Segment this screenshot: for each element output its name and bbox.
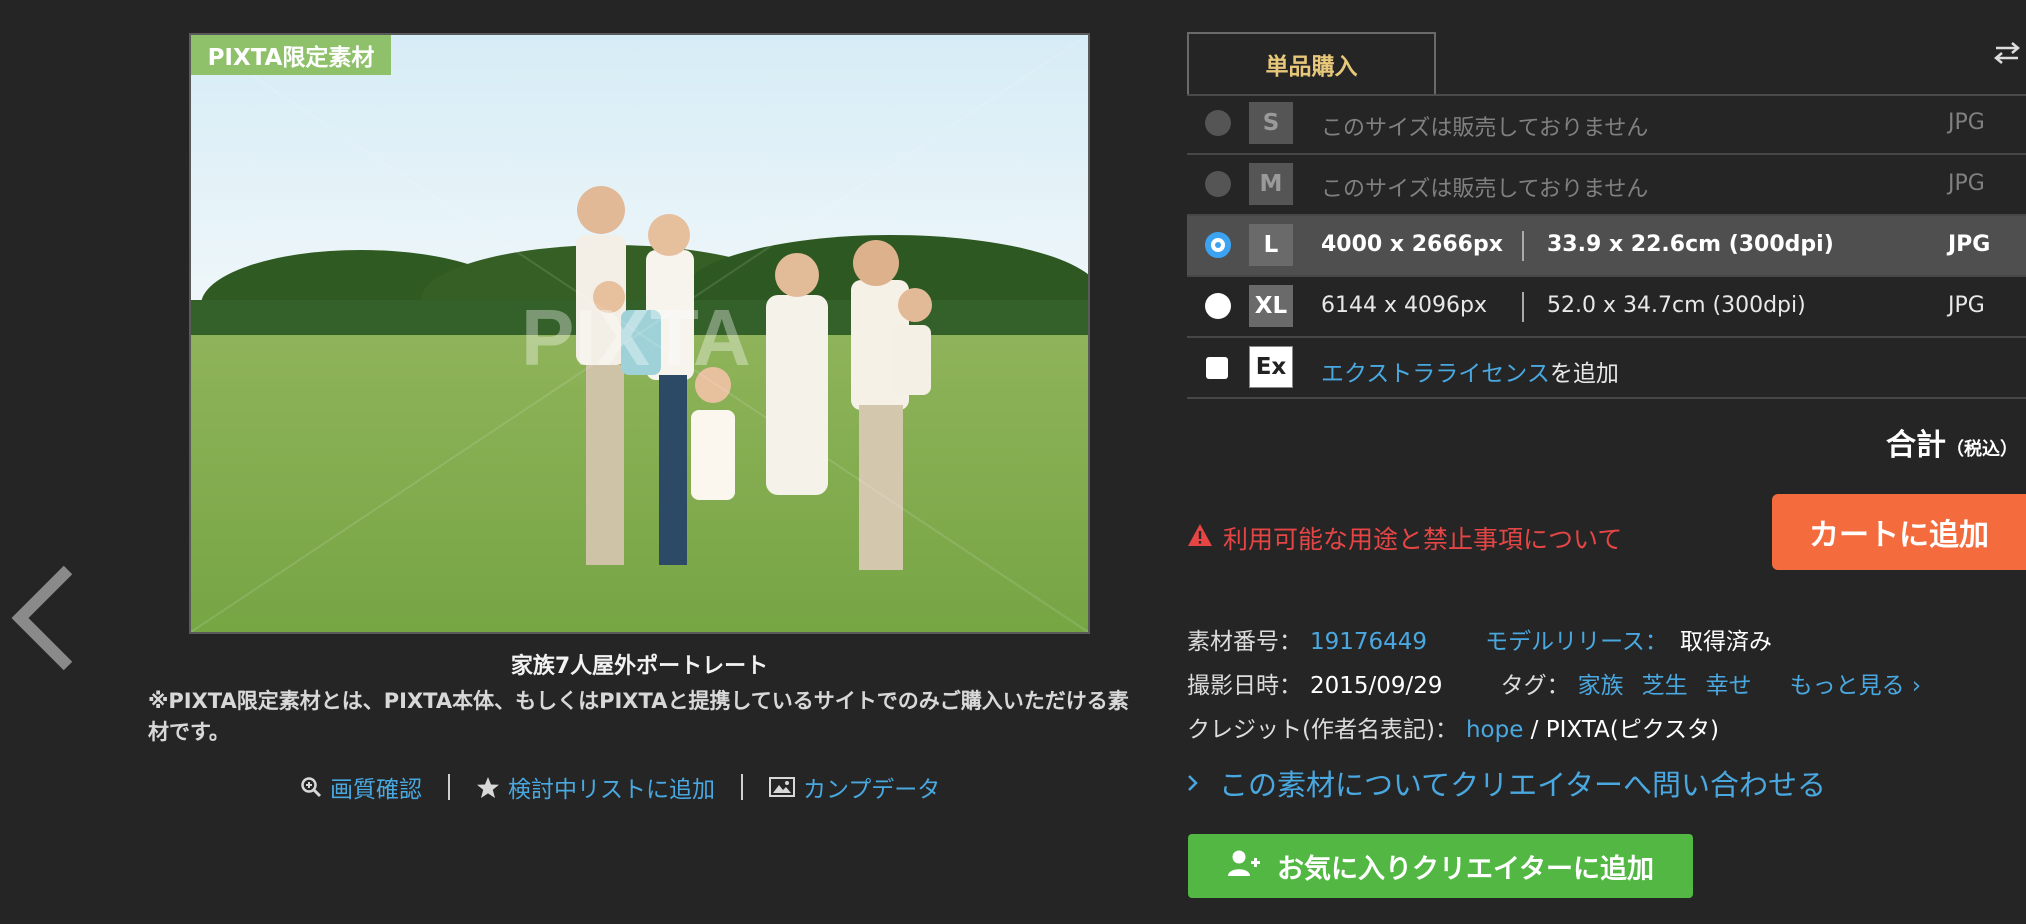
extra-license-row[interactable]: Ex エクストラライセンスを追加 (1187, 338, 2026, 399)
extra-license-link[interactable]: エクストラライセンス (1321, 361, 1550, 387)
size-radio-s (1205, 110, 1231, 136)
id-value[interactable]: 19176449 (1310, 629, 1427, 655)
tag-label: タグ： (1500, 673, 1570, 699)
extra-license-suffix: を追加 (1549, 361, 1619, 387)
unavailable-text: このサイズは販売しておりません (1321, 116, 1649, 141)
release-value: 取得済み (1679, 629, 1772, 655)
divider (448, 774, 450, 800)
format-label: JPG (1948, 293, 1985, 318)
comp-data-link[interactable]: カンプデータ (769, 770, 940, 804)
quality-check-label: 画質確認 (330, 777, 422, 803)
quality-check-link[interactable]: 画質確認 (300, 770, 422, 804)
size-row-l[interactable]: L 4000 x 2666px 33.9 x 22.6cm (300dpi) J… (1187, 216, 2026, 277)
tab-single-purchase[interactable]: 単品購入 (1187, 32, 1436, 94)
previous-arrow-icon[interactable] (8, 562, 78, 674)
swap-icon[interactable] (1992, 41, 2022, 65)
inquiry-text: この素材についてクリエイターへ問い合わせる (1219, 768, 1826, 802)
size-options: S このサイズは販売しておりません JPG M このサイズは販売しておりません … (1187, 94, 2026, 399)
format-label: JPG (1948, 110, 1985, 135)
size-row-xl[interactable]: XL 6144 x 4096px 52.0 x 34.7cm (300dpi) … (1187, 277, 2026, 338)
size-badge: XL (1249, 285, 1293, 327)
credit-author-link[interactable]: hope (1466, 717, 1523, 743)
date-label: 撮影日時： (1187, 673, 1302, 699)
exclusive-note: ※PIXTA限定素材とは、PIXTA本体、もしくはPIXTAと提携しているサイト… (148, 689, 1129, 744)
add-favorite-creator-button[interactable]: お気に入りクリエイターに追加 (1188, 834, 1693, 898)
image-icon (769, 777, 795, 797)
zoom-icon (300, 776, 322, 798)
star-icon (476, 776, 500, 799)
photo-actions: 画質確認 検討中リストに追加 カンプデータ (300, 770, 940, 804)
format-label: JPG (1948, 171, 1985, 196)
favorite-button-label: お気に入りクリエイターに追加 (1277, 853, 1654, 885)
exclusive-badge: PIXTA限定素材 (191, 35, 391, 75)
warning-text: 利用可能な用途と禁止事項について (1223, 525, 1623, 554)
credit-label: クレジット(作者名表記)： (1187, 717, 1458, 743)
print-size: 33.9 x 22.6cm (300dpi) (1547, 232, 1834, 257)
total-text: 合計 (1886, 428, 1946, 463)
extra-license-checkbox[interactable] (1206, 357, 1228, 379)
credit-separator: / (1523, 717, 1546, 743)
add-user-icon (1227, 849, 1261, 884)
purchase-tabs: 単品購入 (1187, 30, 2026, 96)
family-photo-illustration: PIXTA (191, 35, 1088, 632)
divider (741, 774, 743, 800)
chevron-right-icon (1187, 766, 1199, 800)
tag-link[interactable]: 芝生 (1642, 673, 1688, 699)
usage-warning-link[interactable]: 利用可能な用途と禁止事項について (1187, 520, 1622, 556)
release-label: モデルリリース： (1485, 629, 1668, 655)
total-label: 合計（税込） (1886, 420, 2018, 464)
size-badge: S (1249, 102, 1293, 144)
creator-inquiry-link[interactable]: この素材についてクリエイターへ問い合わせる (1187, 762, 1826, 804)
stock-photo[interactable]: PIXTA (189, 33, 1090, 634)
id-label: 素材番号： (1187, 629, 1302, 655)
tax-note: （税込） (1946, 439, 2018, 460)
size-radio-xl[interactable] (1205, 293, 1231, 319)
meta-credit-row: クレジット(作者名表記)： hope / PIXTA(ピクスタ) (1187, 710, 1719, 744)
size-badge: L (1249, 224, 1293, 266)
add-to-cart-button[interactable]: カートに追加 (1772, 494, 2026, 570)
divider (1522, 292, 1524, 322)
date-value: 2015/09/29 (1310, 673, 1443, 699)
size-radio-m (1205, 171, 1231, 197)
add-to-wishlist-link[interactable]: 検討中リストに追加 (476, 770, 715, 804)
size-row-s: S このサイズは販売しておりません JPG (1187, 94, 2026, 155)
meta-id-row: 素材番号： 19176449 モデルリリース： 取得済み (1187, 622, 1772, 656)
pixel-size: 6144 x 4096px (1321, 293, 1487, 318)
pixel-size: 4000 x 2666px (1321, 232, 1503, 257)
extra-license-text: エクストラライセンスを追加 (1321, 354, 1619, 388)
more-tags-link[interactable]: もっと見る › (1790, 673, 1922, 699)
wishlist-label: 検討中リストに追加 (508, 777, 715, 803)
size-badge: M (1249, 163, 1293, 205)
extra-badge: Ex (1249, 346, 1293, 388)
print-size: 52.0 x 34.7cm (300dpi) (1547, 293, 1806, 318)
comp-data-label: カンプデータ (803, 777, 941, 803)
unavailable-text: このサイズは販売しておりません (1321, 177, 1649, 202)
tag-link[interactable]: 家族 (1578, 673, 1624, 699)
format-label: JPG (1948, 232, 1991, 257)
size-row-m: M このサイズは販売しておりません JPG (1187, 155, 2026, 216)
meta-date-row: 撮影日時： 2015/09/29 タグ： 家族 芝生 幸せ もっと見る › (1187, 666, 1921, 700)
photo-title: 家族7人屋外ポートレート (510, 654, 769, 679)
size-radio-l[interactable] (1205, 232, 1231, 258)
svg-text:PIXTA: PIXTA (521, 293, 751, 382)
divider (1522, 231, 1524, 261)
credit-site: PIXTA(ピクスタ) (1545, 717, 1719, 743)
warning-icon (1187, 523, 1213, 553)
tag-link[interactable]: 幸せ (1706, 673, 1752, 699)
